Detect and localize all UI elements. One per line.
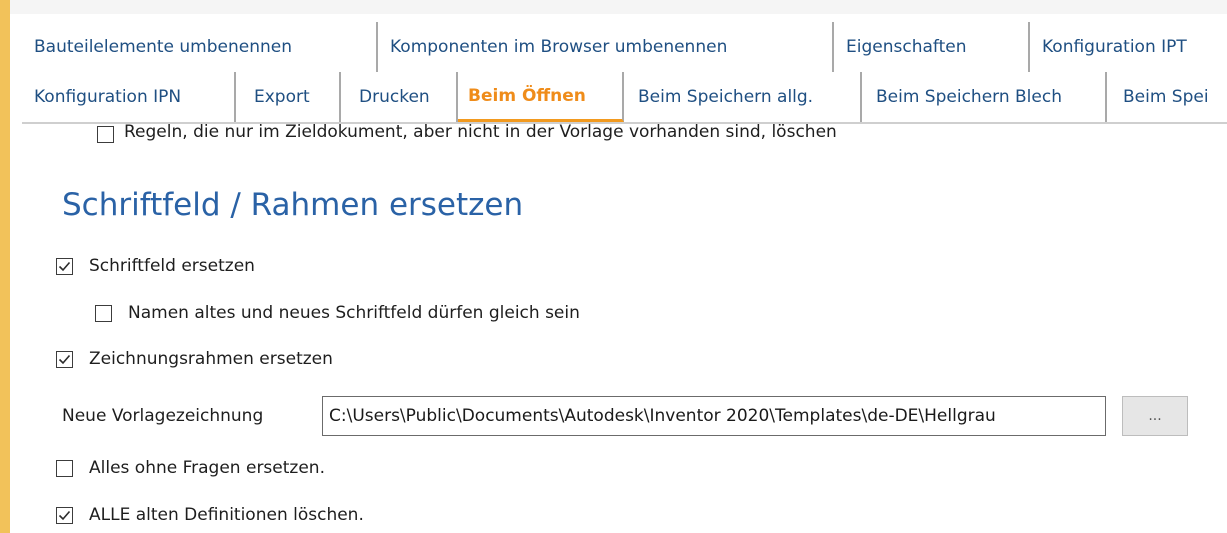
checkmark-icon [58,510,71,521]
alte-loeschen-label: ALLE alten Definitionen löschen. [89,505,364,525]
scrolled-option-clip: Regeln, die nur im Zieldokument, aber ni… [10,124,1227,145]
schriftfeld-ersetzen-label: Schriftfeld ersetzen [89,256,255,276]
tab-label: Bauteilelemente umbenennen [34,37,292,57]
tab-beim-speichern-more[interactable]: Beim Spei [1107,72,1227,122]
vorlage-path-input[interactable]: C:\Users\Public\Documents\Autodesk\Inven… [322,396,1106,436]
tab-strip-top [10,0,1227,14]
schriftfeld-ersetzen-checkbox[interactable] [56,258,73,275]
tab-label: Export [254,87,310,107]
tab-eigenschaften[interactable]: Eigenschaften [834,22,1030,72]
vorlage-path-value: C:\Users\Public\Documents\Autodesk\Inven… [329,406,996,426]
tab-beim-oeffnen[interactable]: Beim Öffnen [458,72,624,122]
tab-row-1: Bauteilelemente umbenennen Komponenten i… [22,22,1227,73]
checkmark-icon [58,354,71,365]
tab-label: Beim Spei [1123,87,1209,107]
tab-label: Beim Speichern allg. [638,87,814,107]
tab-bauteilelemente-umbenennen[interactable]: Bauteilelemente umbenennen [22,22,378,72]
tab-konfiguration-ipt[interactable]: Konfiguration IPT [1030,22,1227,72]
rahmen-ersetzen-label: Zeichnungsrahmen ersetzen [89,349,333,369]
namen-gleich-label: Namen altes und neues Schriftfeld dürfen… [128,303,580,323]
ohne-fragen-checkbox[interactable] [56,460,73,477]
tab-export[interactable]: Export [236,72,341,122]
rahmen-ersetzen-checkbox[interactable] [56,351,73,368]
tab-label: Beim Öffnen [468,85,586,106]
tab-label: Drucken [359,87,430,107]
tab-label: Komponenten im Browser umbenennen [390,37,728,57]
tab-label: Eigenschaften [846,37,967,57]
ohne-fragen-label: Alles ohne Fragen ersetzen. [89,458,325,478]
regeln-loeschen-label: Regeln, die nur im Zieldokument, aber ni… [124,124,837,142]
tab-label: Konfiguration IPN [34,87,182,107]
tab-beim-speichern-allg[interactable]: Beim Speichern allg. [624,72,862,122]
vorlage-label: Neue Vorlagezeichnung [62,406,264,426]
tab-drucken[interactable]: Drucken [341,72,458,122]
tab-beim-speichern-blech[interactable]: Beim Speichern Blech [862,72,1107,122]
checkmark-icon [58,261,71,272]
tab-konfiguration-ipn[interactable]: Konfiguration IPN [22,72,236,122]
tab-label: Beim Speichern Blech [876,87,1062,107]
section-title: Schriftfeld / Rahmen ersetzen [62,187,524,223]
browse-button[interactable]: ... [1122,396,1188,436]
tab-komponenten-umbenennen[interactable]: Komponenten im Browser umbenennen [378,22,834,72]
tab-row-2: Konfiguration IPN Export Drucken Beim Öf… [22,72,1227,124]
alte-loeschen-checkbox[interactable] [56,507,73,524]
left-accent-bar [0,0,10,533]
namen-gleich-checkbox[interactable] [95,305,112,322]
tab-label: Konfiguration IPT [1042,37,1187,57]
regeln-loeschen-checkbox[interactable] [97,126,114,143]
